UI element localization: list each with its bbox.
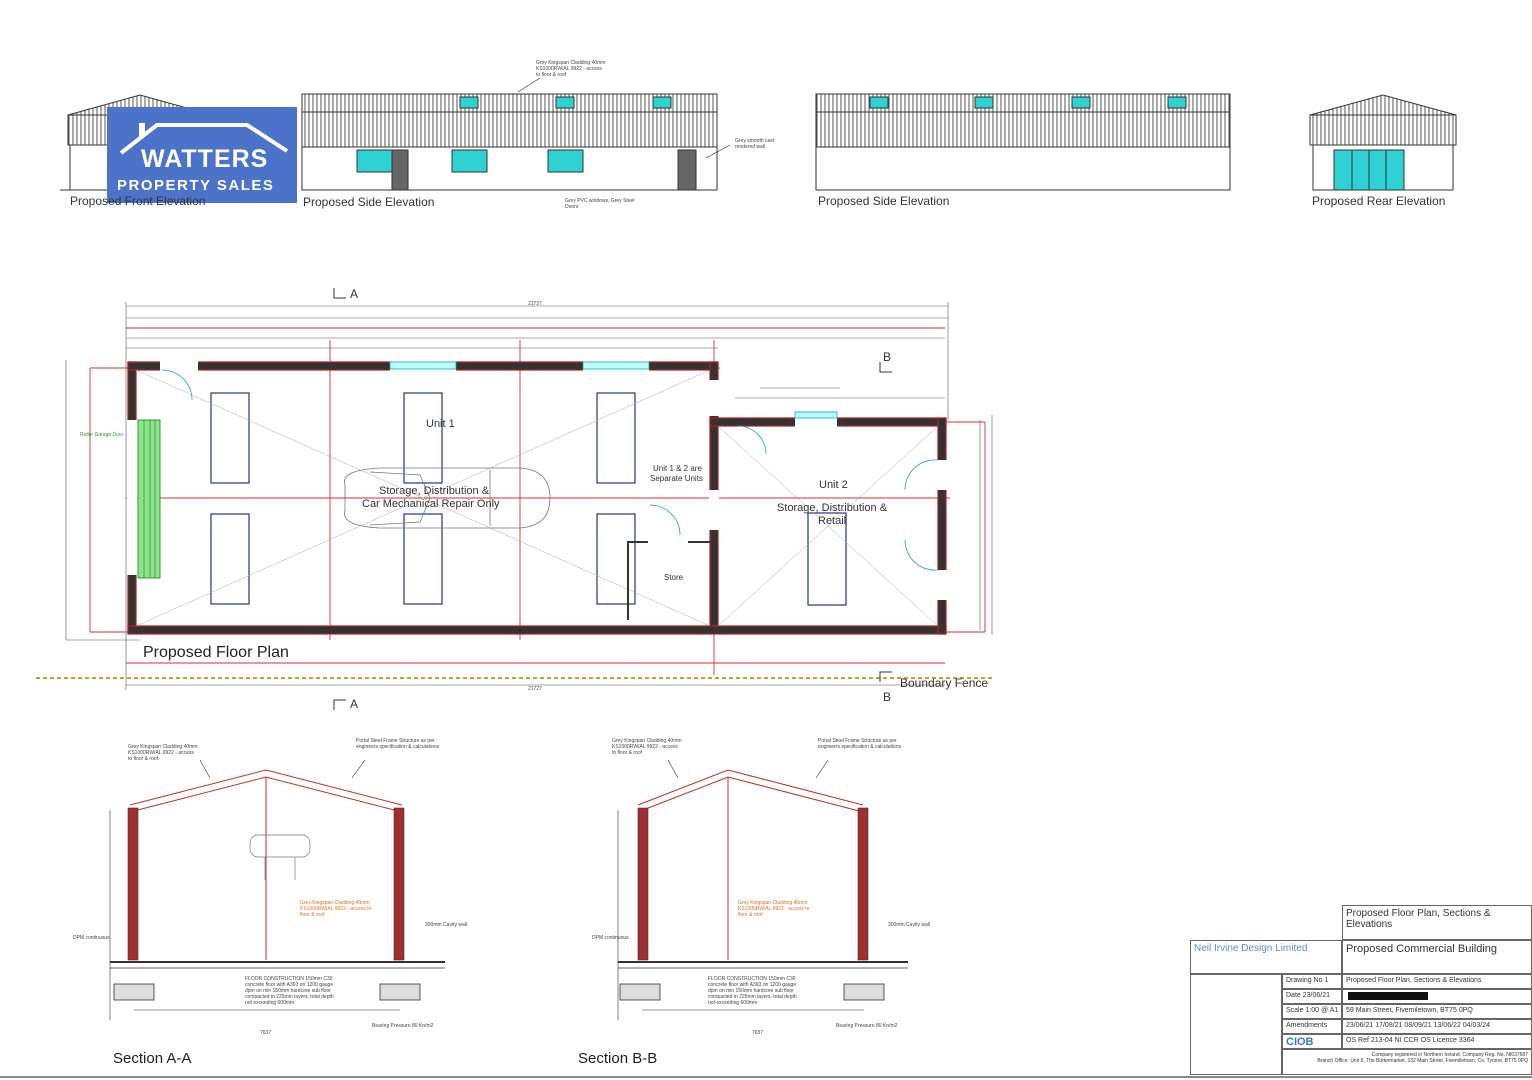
tb-drawing-value: Proposed Floor Plan, Sections & Elevatio… xyxy=(1342,974,1532,989)
unit2-label: Unit 2 xyxy=(819,479,848,491)
unit1-use-line2: Car Mechanical Repair Only xyxy=(362,498,500,510)
overall-dimension-bottom: 21727 xyxy=(528,686,542,692)
section-bb-frame-note: Portal Steel Frame Structure as per engi… xyxy=(818,738,902,750)
side-elevation-1-label: Proposed Side Elevation xyxy=(303,195,435,209)
watters-logo: WATTERS PROPERTY SALES xyxy=(107,107,297,203)
tb-amend-value: 23/06/21 17/08/21 08/09/21 13/06/22 04/0… xyxy=(1342,1019,1532,1034)
unit1-label: Unit 1 xyxy=(426,418,455,430)
section-marker-b-bottom: B xyxy=(883,690,892,704)
section-aa-cavity: 300mm Cavity wall xyxy=(425,922,467,928)
section-bb-floor-note: FLOOR CONSTRUCTION 150mm C30 concrete fl… xyxy=(708,976,797,1006)
section-bb-title: Section B-B xyxy=(578,1050,658,1067)
tb-address-block xyxy=(1190,974,1282,1075)
tb-amend-label: Amendments xyxy=(1282,1019,1342,1034)
tb-date-value xyxy=(1342,989,1532,1004)
unit2-use-line1: Storage, Distribution & xyxy=(777,502,888,514)
tb-branch-line: Branch Office: Unit 5, The Buttermarket,… xyxy=(1317,1058,1528,1064)
section-bb-cavity: 300mm Cavity wall xyxy=(888,922,930,928)
section-bb-cladding-orange: Grey Kingspan Cladding 40mm KS1000RW/AL … xyxy=(738,900,810,918)
tb-project: Proposed Commercial Building xyxy=(1342,940,1532,974)
section-bb-cladding-note: Grey Kingspan Cladding 40mm KS1000RW/AL … xyxy=(612,738,682,756)
title-block: Proposed Floor Plan, Sections & Elevatio… xyxy=(1190,905,1532,1075)
car-lift-icon xyxy=(249,834,311,880)
page-bottom-rule xyxy=(0,1076,1532,1078)
tb-registered: Company registered in Northern Ireland. … xyxy=(1282,1049,1532,1075)
section-aa-frame-note: Portal Steel Frame Structure as per engi… xyxy=(356,738,440,750)
render-note: Grey smooth cast rendered wall xyxy=(735,138,775,150)
section-aa-cladding-note: Grey Kingspan Cladding 40mm KS1000RW/AL … xyxy=(128,744,198,762)
section-marker-a-bottom: A xyxy=(350,697,359,711)
section-aa-bearing: Bearing Pressure 80 Kn/m2 xyxy=(372,1023,434,1029)
tb-scale-value: 59 Main Street, Fivemiletown, BT75 0PQ xyxy=(1342,1004,1532,1019)
tb-company: Neil Irvine Design Limited xyxy=(1190,940,1342,974)
tb-ciob: CIOB xyxy=(1282,1034,1342,1049)
section-aa-cladding-orange: Grey Kingspan Cladding 40mm KS1000RW/AL … xyxy=(300,900,372,918)
floor-plan-title: Proposed Floor Plan xyxy=(143,644,289,661)
store-label: Store xyxy=(664,573,684,582)
garage-door-note: Roller Garage Door xyxy=(80,432,124,438)
tb-scale-label: Scale 1:00 @ A1 xyxy=(1282,1004,1342,1019)
tb-os-ref: OS Ref 213-04 NI CCR OS Licence 3364 xyxy=(1342,1034,1532,1049)
section-bb-dpm: DPM continuous xyxy=(592,935,629,941)
section-marker-a-top: A xyxy=(350,287,359,301)
section-aa-dpm: DPM continuous xyxy=(73,935,110,941)
section-aa-floor-note: FLOOR CONSTRUCTION 150mm C30 concrete fl… xyxy=(245,976,334,1006)
logo-subtitle: PROPERTY SALES xyxy=(117,177,275,194)
boundary-fence-label: Boundary Fence xyxy=(900,676,989,690)
section-aa-title: Section A-A xyxy=(113,1050,192,1067)
separate-units-line1: Unit 1 & 2 are xyxy=(653,464,702,473)
section-bb-bearing: Bearing Pressure 80 Kn/m2 xyxy=(836,1023,898,1029)
logo-name: WATTERS xyxy=(141,145,269,173)
separate-units-line2: Separate Units xyxy=(650,474,703,483)
unit2-use-line2: Retail xyxy=(818,515,847,527)
rear-elevation xyxy=(1309,94,1457,191)
front-elevation-label: Proposed Front Elevation xyxy=(70,194,206,208)
tb-drawing-label: Drawing No 1 xyxy=(1282,974,1342,989)
side-elevation-1 xyxy=(301,77,731,191)
section-bb-span: 7637 xyxy=(752,1030,764,1036)
side-elevation-2-label: Proposed Side Elevation xyxy=(818,194,950,208)
unit1-use-line1: Storage, Distribution & xyxy=(379,485,490,497)
cladding-note: Grey Kingspan Cladding 40mm KS1000RW/AL … xyxy=(536,60,606,78)
side-elevation-2 xyxy=(815,93,1231,191)
rear-elevation-label: Proposed Rear Elevation xyxy=(1312,194,1446,208)
section-marker-b-top: B xyxy=(883,350,892,364)
tb-date-label: Date 23/06/21 xyxy=(1282,989,1342,1004)
windows-note: Grey PVC windows, Grey Steel Doors xyxy=(565,198,635,210)
overall-dimension: 21727 xyxy=(528,301,542,307)
section-aa-span: 7637 xyxy=(260,1030,272,1036)
tb-drawing-title: Proposed Floor Plan, Sections & Elevatio… xyxy=(1342,905,1532,940)
